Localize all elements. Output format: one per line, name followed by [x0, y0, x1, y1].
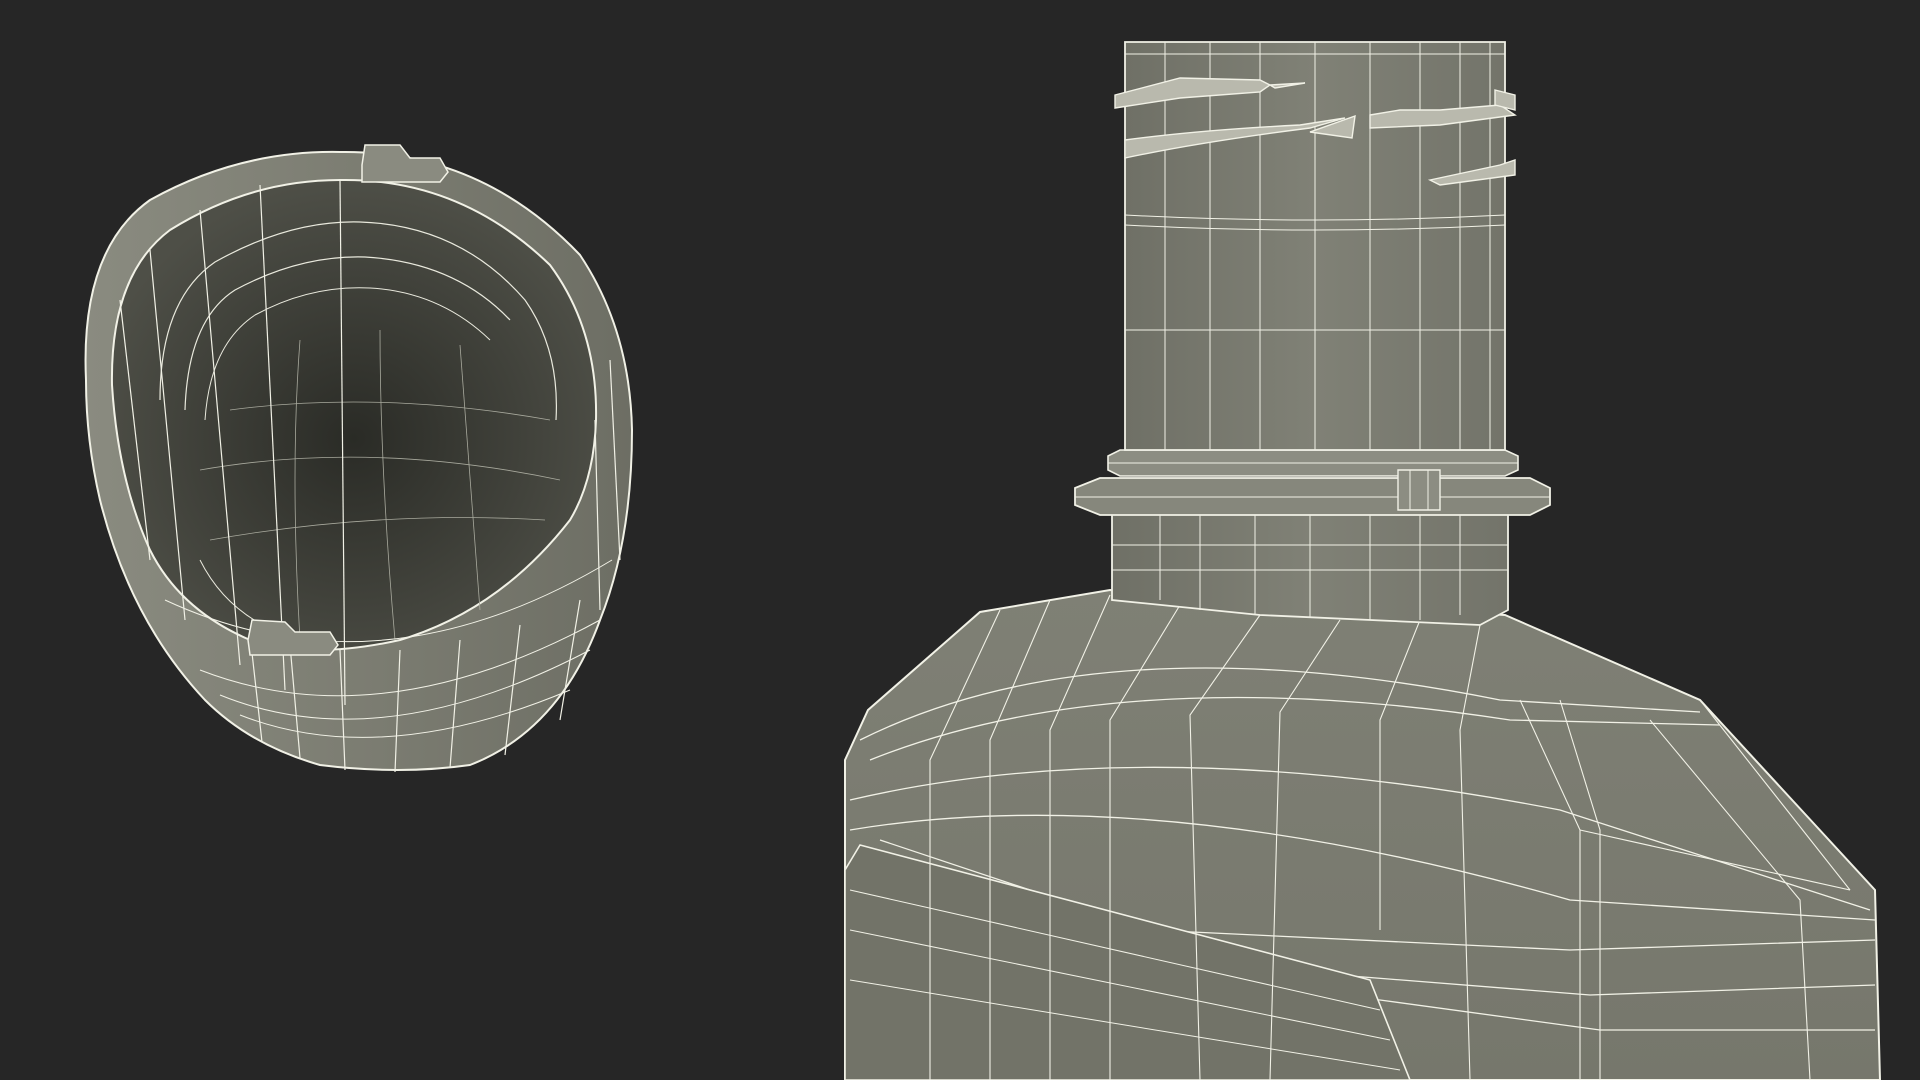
wireframe-render-viewport — [0, 0, 1920, 1080]
wireframe-render — [84, 41, 1882, 1080]
cap-top-tab — [361, 144, 449, 183]
bottle — [844, 41, 1882, 1080]
collar-tab — [1397, 469, 1441, 511]
bottle-cap — [84, 144, 634, 773]
